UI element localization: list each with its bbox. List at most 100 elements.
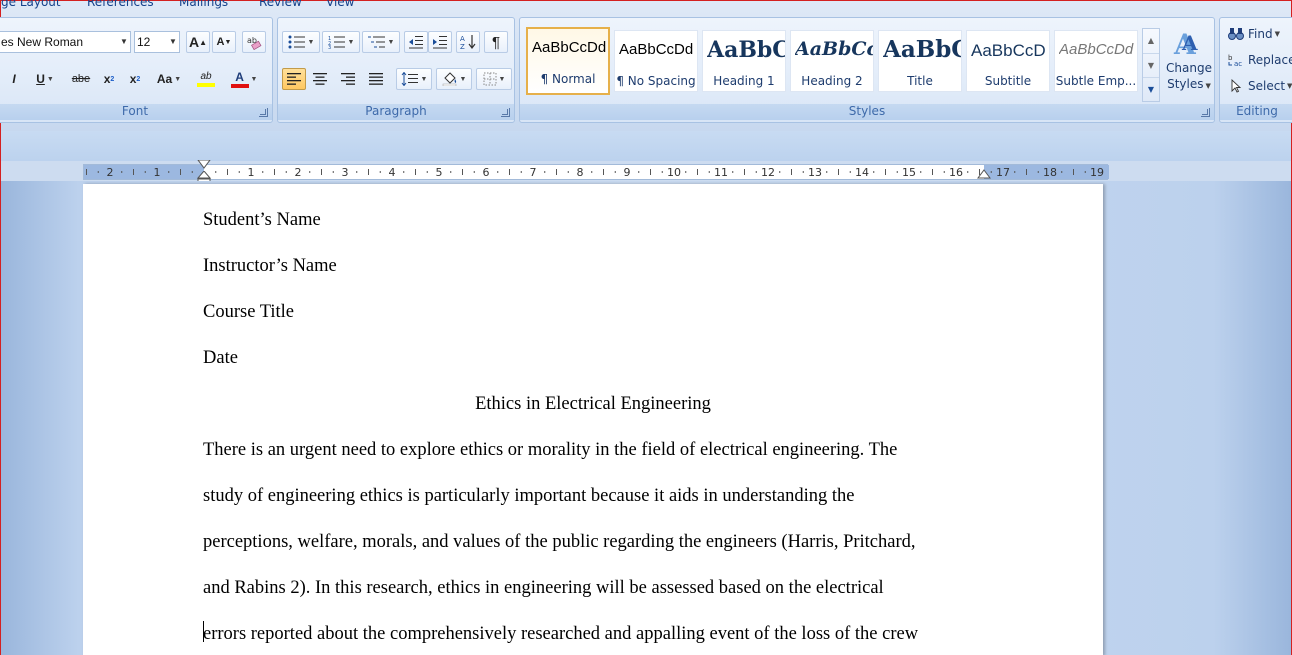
italic-button[interactable]: I <box>4 68 24 90</box>
change-case-icon: Aa <box>156 72 173 86</box>
ruler-ticks: 2 1 1 2 3 4 5 6 7 8 9 10 11 12 13 14 15 16 17 18 19 <box>86 166 1104 179</box>
ruler-label: 16 <box>949 166 963 179</box>
gallery-scroll[interactable]: ▲ ▼ ▼ <box>1142 28 1160 102</box>
gallery-down-icon[interactable]: ▼ <box>1143 53 1159 77</box>
shading-button[interactable]: ▼ <box>436 68 472 90</box>
increase-indent-button[interactable] <box>428 31 452 53</box>
gallery-more-icon[interactable]: ▼ <box>1143 77 1159 101</box>
style-normal[interactable]: AaBbCcDd ¶ Normal <box>526 27 610 95</box>
chevron-down-icon[interactable]: ▼ <box>460 76 467 83</box>
styles-group: AaBbCcDd ¶ Normal AaBbCcDd ¶ No Spacing AaBb… <box>519 17 1215 123</box>
editing-group-label: Editing <box>1220 104 1292 120</box>
select-label: Select <box>1248 79 1286 93</box>
replace-button[interactable]: b ac Replace <box>1228 50 1292 70</box>
shrink-font-button[interactable]: A ▼ <box>212 31 236 53</box>
paragraph-dialog-launcher-icon[interactable] <box>501 108 510 117</box>
font-name-combo[interactable]: es New Roman ▼ <box>0 31 131 53</box>
find-button[interactable]: Find ▼ <box>1228 24 1280 44</box>
text-cursor <box>203 621 204 642</box>
chevron-down-icon[interactable]: ▼ <box>499 76 506 83</box>
highlighter-icon: ab <box>200 71 212 82</box>
styles-dialog-launcher-icon[interactable] <box>1201 108 1210 117</box>
chevron-down-icon[interactable]: ▼ <box>174 76 181 83</box>
style-heading-2[interactable]: AaBbCc Heading 2 <box>790 30 874 92</box>
numbering-button[interactable]: 123 ▼ <box>322 31 360 53</box>
chevron-down-icon[interactable]: ▼ <box>251 76 258 83</box>
eraser-icon: ab <box>247 36 262 50</box>
justify-button[interactable] <box>364 68 388 90</box>
student-name-line[interactable]: Student’s Name <box>203 208 321 232</box>
tab-review[interactable]: Review <box>259 0 302 9</box>
chevron-down-icon[interactable]: ▼ <box>348 39 355 46</box>
chevron-down-icon[interactable]: ▼ <box>1275 30 1280 38</box>
font-dialog-launcher-icon[interactable] <box>259 108 268 117</box>
change-case-button[interactable]: Aa ▼ <box>152 68 186 90</box>
style-title[interactable]: AaBbC Title <box>878 30 962 92</box>
chevron-down-icon[interactable]: ▼ <box>388 39 395 46</box>
binoculars-icon <box>1228 28 1244 40</box>
course-title-line[interactable]: Course Title <box>203 300 294 324</box>
cursor-arrow-icon <box>1231 79 1242 93</box>
style-heading-1[interactable]: AaBbC Heading 1 <box>702 30 786 92</box>
instructor-name-line[interactable]: Instructor’s Name <box>203 254 337 278</box>
align-center-button[interactable] <box>308 68 332 90</box>
font-color-button[interactable]: A ▼ <box>224 68 264 90</box>
style-no-spacing[interactable]: AaBbCcDd ¶ No Spacing <box>614 30 698 92</box>
line-spacing-button[interactable]: ▼ <box>396 68 432 90</box>
multilevel-list-button[interactable]: ▼ <box>362 31 400 53</box>
strikethrough-button[interactable]: abe <box>68 68 94 90</box>
tab-mailings[interactable]: Mailings <box>179 0 228 9</box>
chevron-down-icon[interactable]: ▼ <box>47 76 54 83</box>
grow-font-button[interactable]: A ▲ <box>186 31 210 53</box>
highlight-button[interactable]: ab <box>192 68 220 90</box>
body-line-1[interactable]: There is an urgent need to explore ethic… <box>203 438 897 462</box>
change-styles-label-2: Styles <box>1167 77 1204 91</box>
body-line-5[interactable]: errors reported about the comprehensivel… <box>203 622 918 646</box>
change-styles-button[interactable]: A A Change Styles ▼ <box>1164 24 1214 104</box>
subscript-button[interactable]: x2 <box>98 68 120 90</box>
tab-view[interactable]: View <box>326 0 354 9</box>
horizontal-ruler[interactable]: 2 1 1 2 3 4 5 6 7 8 9 10 11 12 13 14 15 16 17 18 19 <box>83 160 1109 185</box>
align-right-button[interactable] <box>336 68 360 90</box>
style-subtle-emp[interactable]: AaBbCcDd Subtle Emp... <box>1054 30 1138 92</box>
decrease-indent-button[interactable] <box>404 31 428 53</box>
borders-button[interactable]: ▼ <box>476 68 512 90</box>
underline-button[interactable]: U ▼ <box>30 68 60 90</box>
align-left-button[interactable] <box>282 68 306 90</box>
style-subtitle[interactable]: AaBbCcD Subtitle <box>966 30 1050 92</box>
document-page[interactable]: Student’s Name Instructor’s Name Course … <box>83 184 1103 655</box>
chevron-down-icon[interactable]: ▼ <box>421 76 428 83</box>
ruler-label: 7 <box>530 166 537 179</box>
font-size-combo[interactable]: 12 ▼ <box>134 31 180 53</box>
show-hide-button[interactable]: ¶ <box>484 31 508 53</box>
gallery-up-icon[interactable]: ▲ <box>1143 29 1159 53</box>
select-button[interactable]: Select ▼ <box>1228 76 1292 96</box>
ruler-label: 12 <box>761 166 775 179</box>
body-line-4[interactable]: and Rabins 2). In this research, ethics … <box>203 576 884 600</box>
superscript-button[interactable]: x2 <box>124 68 146 90</box>
bullets-button[interactable]: ▼ <box>282 31 320 53</box>
ruler-label: 15 <box>902 166 916 179</box>
essay-title[interactable]: Ethics in Electrical Engineering <box>203 392 983 416</box>
chevron-down-icon[interactable]: ▼ <box>308 39 315 46</box>
decrease-indent-icon <box>409 36 423 49</box>
superscript-icon: x <box>129 72 137 86</box>
svg-text:A: A <box>460 35 465 43</box>
clear-formatting-button[interactable]: ab <box>242 31 266 53</box>
date-line[interactable]: Date <box>203 346 238 370</box>
chevron-down-icon[interactable]: ▼ <box>167 32 179 52</box>
sort-button[interactable]: AZ <box>456 31 480 53</box>
chevron-down-icon[interactable]: ▼ <box>1287 82 1292 90</box>
ribbon: ge Layout References Mailings Review Vie… <box>0 0 1292 131</box>
chevron-down-icon[interactable]: ▼ <box>118 32 130 52</box>
svg-text:b: b <box>1228 54 1233 62</box>
right-indent-marker-icon[interactable] <box>977 169 991 179</box>
ruler-label: 11 <box>714 166 728 179</box>
borders-icon <box>483 72 497 86</box>
tab-page-layout[interactable]: ge Layout <box>1 0 61 9</box>
shrink-font-icon: A <box>216 36 225 48</box>
body-line-3[interactable]: perceptions, welfare, morals, and values… <box>203 530 916 554</box>
tab-references[interactable]: References <box>87 0 154 9</box>
first-line-indent-marker-icon[interactable] <box>197 160 211 169</box>
body-line-2[interactable]: study of engineering ethics is particula… <box>203 484 854 508</box>
